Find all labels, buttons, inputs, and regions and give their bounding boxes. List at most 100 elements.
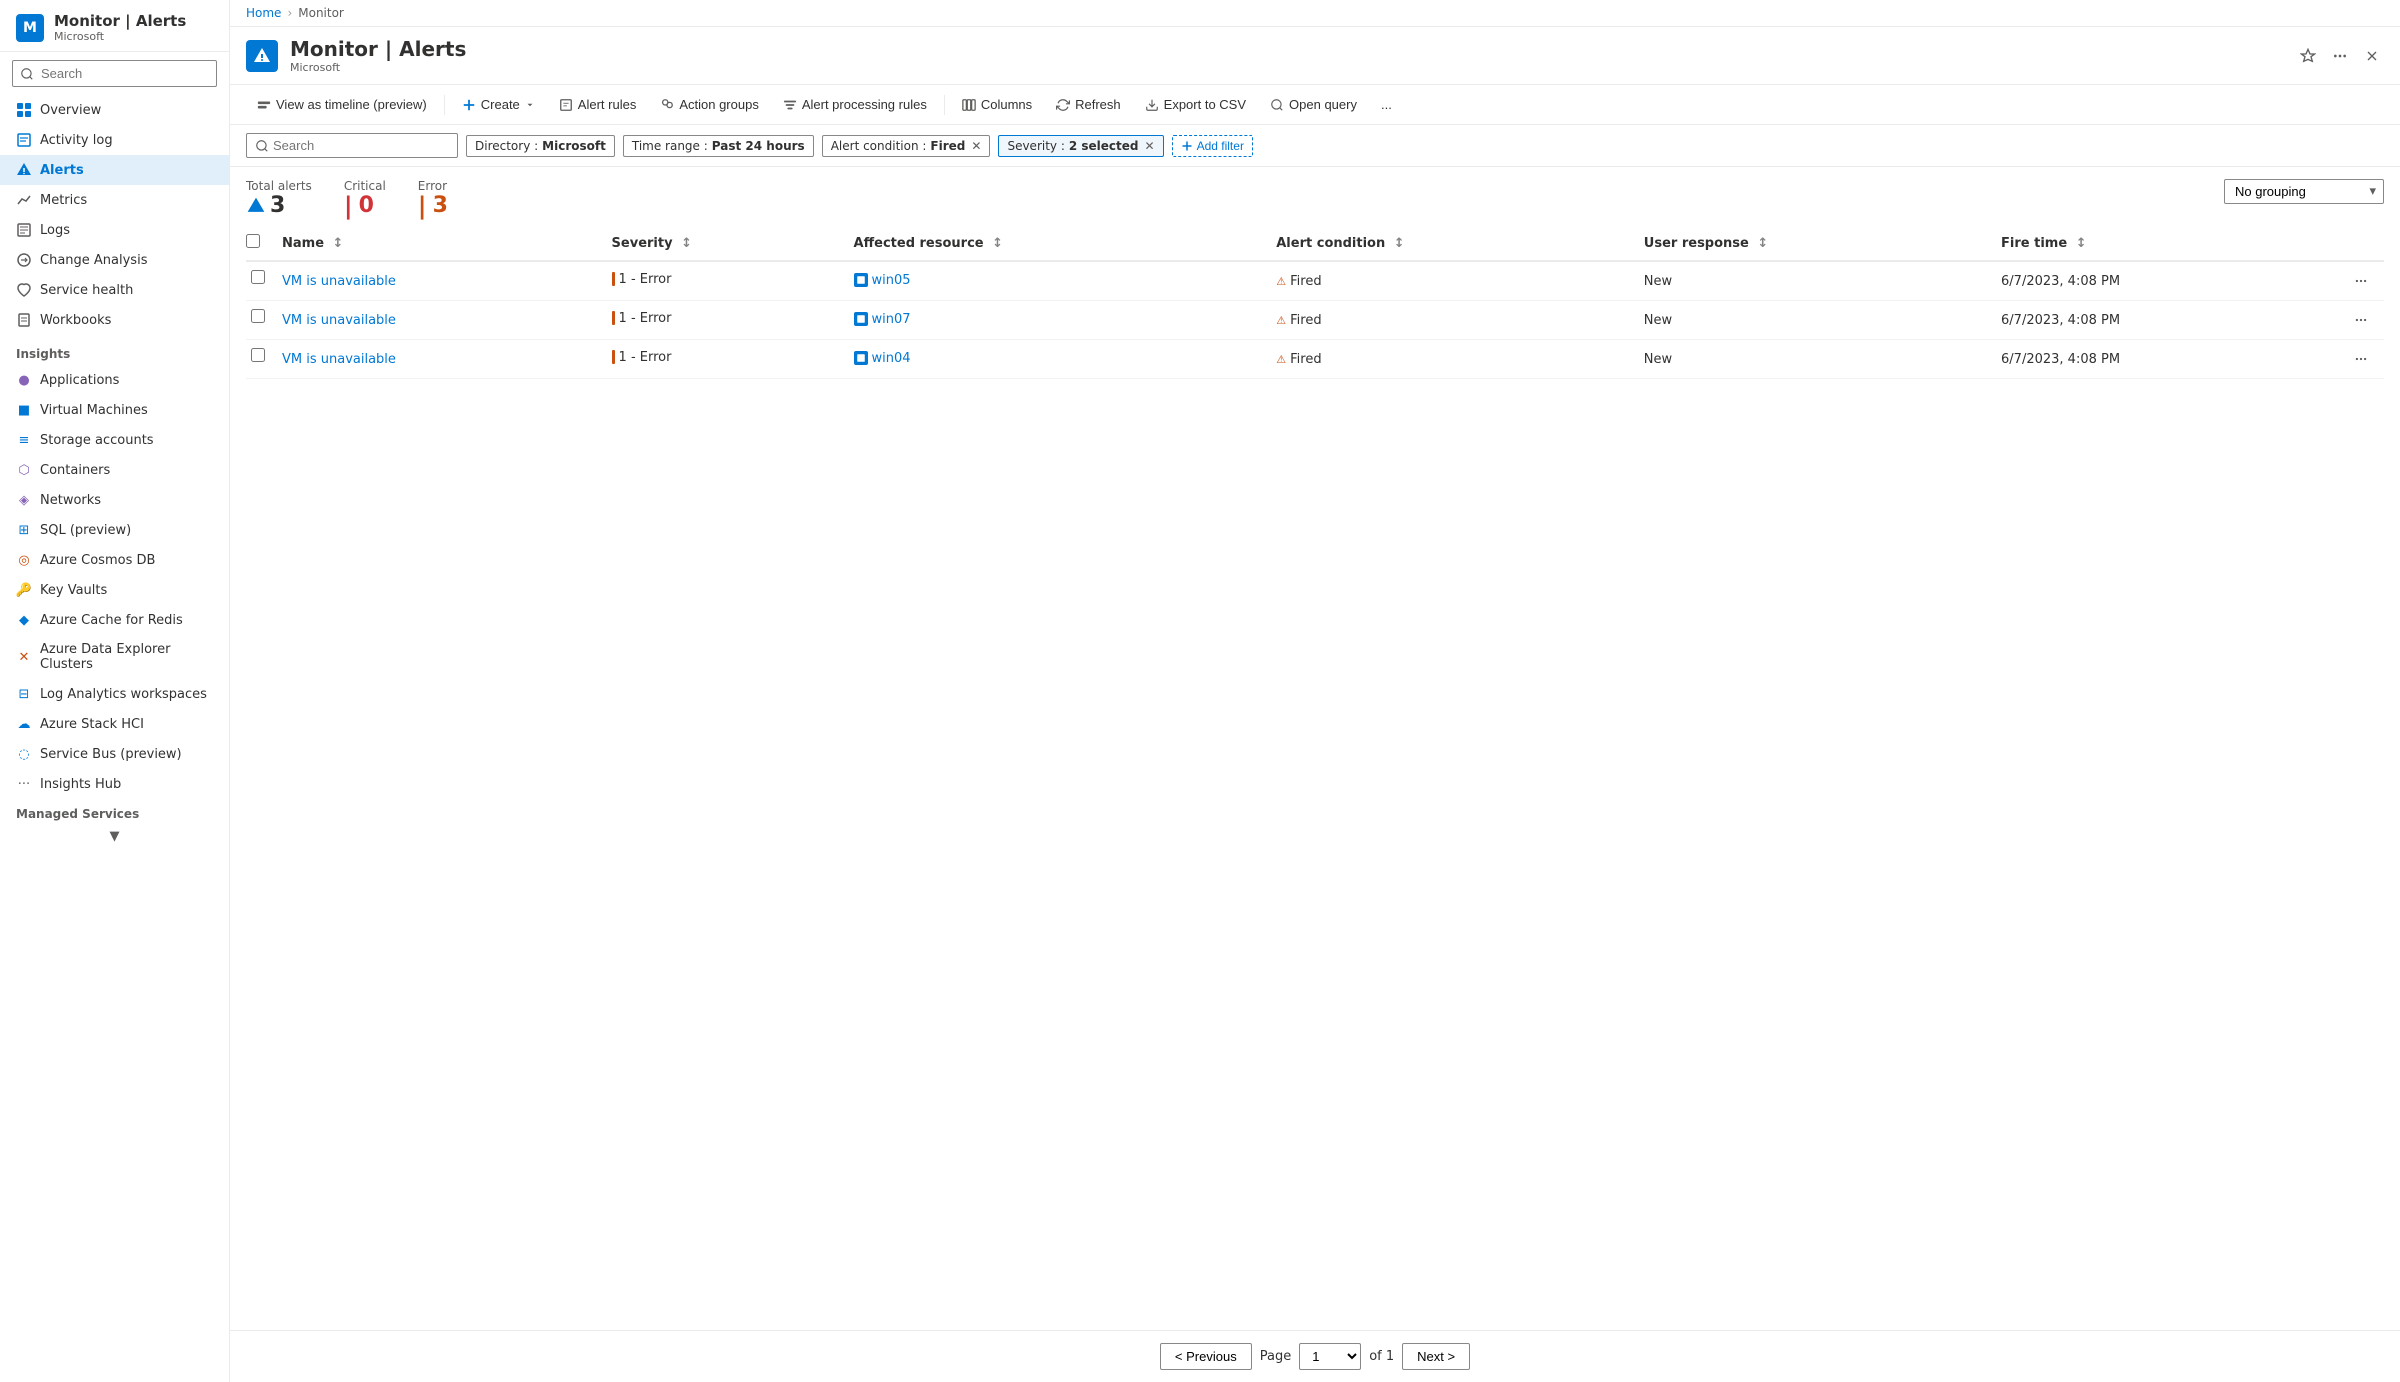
grouping-select[interactable]: No grouping Resource group Subscription … [2224, 179, 2384, 204]
sidebar-logo: M [16, 14, 44, 42]
row-checkbox[interactable] [251, 270, 265, 284]
resource-link[interactable]: win05 [872, 273, 911, 288]
breadcrumb: Home › Monitor [230, 0, 2400, 27]
sidebar-item-cosmos-db[interactable]: ◎ Azure Cosmos DB [0, 545, 229, 575]
user-response-text: New [1644, 274, 1672, 289]
resource-chip: win05 [854, 273, 911, 288]
row-more-button[interactable] [2350, 348, 2372, 370]
columns-button[interactable]: Columns [951, 91, 1043, 118]
sidebar-item-storage-accounts[interactable]: ≡ Storage accounts [0, 425, 229, 455]
table-row: VM is unavailable 1 - Error win07 ⚠ Fire… [246, 301, 2384, 340]
severity-filter[interactable]: Severity : 2 selected ✕ [998, 135, 1163, 157]
row-checkbox-cell[interactable] [246, 340, 282, 370]
sidebar-item-logs[interactable]: Logs [0, 215, 229, 245]
select-all-checkbox[interactable] [246, 234, 260, 248]
condition-column-header[interactable]: Alert condition ↕ [1276, 226, 1644, 261]
row-more-button[interactable] [2350, 270, 2372, 292]
sidebar-item-log-analytics[interactable]: ⊟ Log Analytics workspaces [0, 679, 229, 709]
error-value: | 3 [418, 193, 448, 218]
alert-condition-remove[interactable]: ✕ [971, 139, 981, 153]
table-row: VM is unavailable 1 - Error win05 ⚠ Fire… [246, 261, 2384, 301]
pin-button[interactable] [2296, 44, 2320, 68]
severity-label: 1 - Error [619, 350, 672, 365]
sidebar-item-change-analysis[interactable]: Change Analysis [0, 245, 229, 275]
directory-filter-label: Directory : [475, 139, 538, 153]
toolbar-more-button[interactable]: ... [1370, 91, 1403, 118]
sidebar-item-service-bus[interactable]: ◌ Service Bus (preview) [0, 739, 229, 769]
severity-remove[interactable]: ✕ [1145, 139, 1155, 153]
firetime-column-header[interactable]: Fire time ↕ [2001, 226, 2344, 261]
sidebar-item-key-vaults[interactable]: 🔑 Key Vaults [0, 575, 229, 605]
sidebar-item-activity-log[interactable]: Activity log [0, 125, 229, 155]
row-checkbox[interactable] [251, 309, 265, 323]
alert-processing-rules-button[interactable]: Alert processing rules [772, 91, 938, 118]
resource-link[interactable]: win07 [872, 312, 911, 327]
row-checkbox-cell[interactable] [246, 262, 282, 292]
resource-column-header[interactable]: Affected resource ↕ [854, 226, 1277, 261]
actions-column-header [2344, 226, 2384, 261]
sidebar-item-insights-hub[interactable]: ··· Insights Hub [0, 769, 229, 799]
alert-name-link[interactable]: VM is unavailable [282, 274, 396, 289]
directory-filter[interactable]: Directory : Microsoft [466, 135, 615, 157]
sidebar-item-sql[interactable]: ⊞ SQL (preview) [0, 515, 229, 545]
alert-rules-button[interactable]: Alert rules [548, 91, 648, 118]
fire-time-text: 6/7/2023, 4:08 PM [2001, 352, 2120, 367]
alert-condition-filter[interactable]: Alert condition : Fired ✕ [822, 135, 991, 157]
sidebar-item-networks[interactable]: ◈ Networks [0, 485, 229, 515]
row-name-cell: VM is unavailable [282, 261, 612, 301]
firetime-sort-icon: ↕ [2076, 236, 2087, 251]
alert-condition-cell: ⚠ Fired [1276, 352, 1321, 367]
close-button[interactable] [2360, 44, 2384, 68]
next-button[interactable]: Next > [1402, 1343, 1470, 1370]
sidebar-item-label: Applications [40, 373, 119, 388]
sidebar-item-applications[interactable]: ● Applications [0, 365, 229, 395]
sidebar-item-stack-hci[interactable]: ☁ Azure Stack HCI [0, 709, 229, 739]
sidebar-search-input[interactable] [12, 60, 217, 87]
action-groups-button[interactable]: Action groups [649, 91, 770, 118]
sidebar-item-redis[interactable]: ◆ Azure Cache for Redis [0, 605, 229, 635]
search-filter[interactable] [246, 133, 458, 158]
sidebar-item-workbooks[interactable]: Workbooks [0, 305, 229, 335]
sidebar-item-label: Service health [40, 283, 133, 298]
row-more-button[interactable] [2350, 309, 2372, 331]
export-csv-button[interactable]: Export to CSV [1134, 91, 1257, 118]
more-options-button[interactable] [2328, 44, 2352, 68]
open-query-button[interactable]: Open query [1259, 91, 1368, 118]
previous-button[interactable]: < Previous [1160, 1343, 1252, 1370]
add-filter-button[interactable]: Add filter [1172, 135, 1253, 157]
severity-label: 1 - Error [619, 311, 672, 326]
app-icon: ● [16, 372, 32, 388]
severity-column-header[interactable]: Severity ↕ [612, 226, 854, 261]
resource-link[interactable]: win04 [872, 351, 911, 366]
sidebar-item-service-health[interactable]: Service health [0, 275, 229, 305]
name-column-header[interactable]: Name ↕ [282, 226, 612, 261]
alert-name-link[interactable]: VM is unavailable [282, 352, 396, 367]
severity-badge: 1 - Error [612, 311, 672, 326]
sidebar-app-title: Monitor | Alerts [54, 12, 186, 30]
create-button[interactable]: Create [451, 91, 546, 118]
vm-icon: ■ [16, 402, 32, 418]
time-range-filter[interactable]: Time range : Past 24 hours [623, 135, 814, 157]
sidebar-item-data-explorer[interactable]: ✕ Azure Data Explorer Clusters [0, 635, 229, 679]
alert-triangle-icon: ⚠ [1276, 275, 1286, 288]
refresh-button[interactable]: Refresh [1045, 91, 1132, 118]
view-timeline-button[interactable]: View as timeline (preview) [246, 91, 438, 118]
sidebar-item-label: SQL (preview) [40, 523, 131, 538]
sidebar-item-label: Change Analysis [40, 253, 147, 268]
sidebar-item-containers[interactable]: ⬡ Containers [0, 455, 229, 485]
sidebar-item-label: Activity log [40, 133, 113, 148]
row-checkbox[interactable] [251, 348, 265, 362]
row-response-cell: New [1644, 261, 2001, 301]
breadcrumb-home[interactable]: Home [246, 6, 281, 20]
alert-name-link[interactable]: VM is unavailable [282, 313, 396, 328]
row-checkbox-cell[interactable] [246, 301, 282, 331]
sidebar-item-label: Storage accounts [40, 433, 154, 448]
search-input[interactable] [273, 138, 449, 153]
sidebar-item-alerts[interactable]: Alerts [0, 155, 229, 185]
sidebar-item-overview[interactable]: Overview [0, 95, 229, 125]
sidebar-item-label: Log Analytics workspaces [40, 687, 207, 702]
page-number-select[interactable]: 1 [1299, 1343, 1361, 1370]
sidebar-item-metrics[interactable]: Metrics [0, 185, 229, 215]
response-column-header[interactable]: User response ↕ [1644, 226, 2001, 261]
sidebar-item-virtual-machines[interactable]: ■ Virtual Machines [0, 395, 229, 425]
